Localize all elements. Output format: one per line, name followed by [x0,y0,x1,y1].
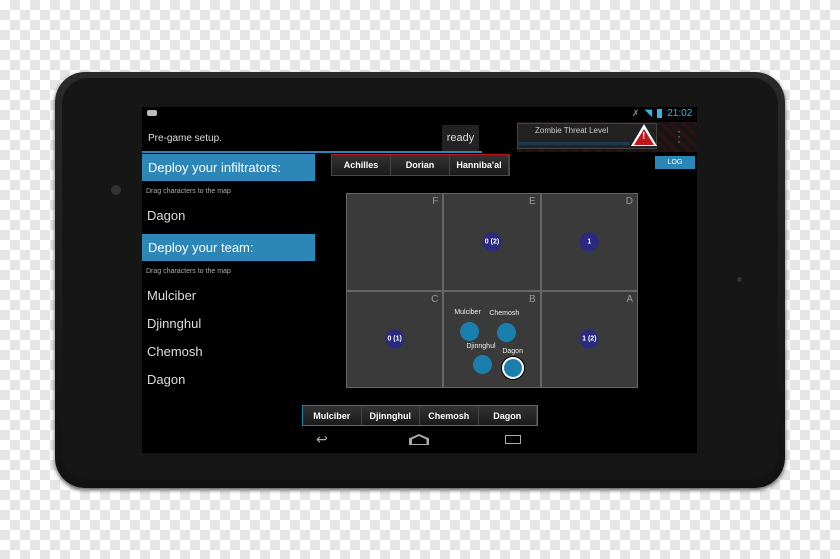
team-item[interactable]: Chemosh [147,344,203,359]
cell-label: D [625,196,633,207]
cell-label: F [432,196,439,207]
character-label: Dagon [502,347,523,355]
map-cell-a[interactable]: A 1 (2) [540,290,638,388]
screen: ✗ ◥ 21:02 Pre-game setup. ready Zombie T… [142,107,697,453]
team-tab-mulciber[interactable]: Mulciber [303,406,362,425]
sensor [737,277,742,282]
screen-title: Pre-game setup. [148,133,222,144]
silent-icon: ✗ [632,108,640,118]
enemy-tab-dorian[interactable]: Dorian [391,155,450,175]
overflow-menu-icon[interactable]: · · · [677,125,681,147]
clock: 21:02 [667,108,693,119]
team-tabs: Mulciber Djinnghul Chemosh Dagon [302,405,538,426]
map-cell-f[interactable]: F [346,193,444,291]
recent-apps-icon[interactable] [505,435,521,444]
character-token[interactable] [473,354,493,374]
map-cell-d[interactable]: D1 [540,193,638,291]
threat-banner: Zombie Threat Level ! · · · [517,122,697,152]
infiltrator-item[interactable]: Dagon [147,208,185,223]
wifi-icon: ◥ [644,108,653,119]
team-item[interactable]: Dagon [147,372,185,387]
log-button[interactable]: LOG [655,156,695,169]
battery-icon [657,109,663,118]
character-token[interactable] [497,322,517,342]
enemy-tab-achilles[interactable]: Achilles [332,155,391,175]
team-tab-chemosh[interactable]: Chemosh [420,406,479,425]
infiltrators-hint: Drag characters to the map [146,188,231,195]
team-item[interactable]: Mulciber [147,288,196,303]
character-label: Mulciber [454,308,481,316]
team-item[interactable]: Djinnghul [147,316,201,331]
selected-character-token[interactable] [502,356,525,379]
enemy-tabs: Achilles Dorian Hanniba'al [331,154,510,176]
zone-marker[interactable]: 0 (2) [482,232,502,252]
map-grid: F E0 (2) D1 C0 (1) B Mulciber Chemosh Dj… [346,193,638,388]
character-token[interactable] [460,321,480,341]
team-hint: Drag characters to the map [146,268,231,275]
back-icon[interactable]: ↩ [316,431,328,448]
zone-marker[interactable]: 1 (2) [579,329,599,349]
character-label: Djinnghul [466,342,496,350]
team-tab-dagon[interactable]: Dagon [478,406,537,425]
threat-label: Zombie Threat Level [535,126,609,135]
home-icon[interactable] [409,434,429,445]
map-cell-c[interactable]: C 0 (1) [346,290,444,388]
map-cell-b[interactable]: B Mulciber Chemosh Djinnghul Dagon [443,290,541,388]
character-label: Chemosh [489,309,520,317]
zone-marker[interactable]: 0 (1) [385,329,405,349]
title-underline [142,151,482,153]
cell-label: C [431,293,439,305]
cell-label: E [528,196,536,207]
enemy-tab-hannibaal[interactable]: Hanniba'al [450,155,509,175]
map-cell-e[interactable]: E 0 (2) [443,193,541,291]
front-camera [111,185,121,195]
notification-icon [147,110,157,116]
status-bar: ✗ ◥ 21:02 [632,108,692,119]
team-tab-djinnghul[interactable]: Djinnghul [361,406,420,425]
team-header: Deploy your team: [142,234,315,261]
cell-label: B [528,293,536,305]
zone-marker[interactable]: 1 [579,232,599,252]
threat-level-bar [517,142,629,145]
cell-label: A [626,293,633,305]
ready-button[interactable]: ready [442,125,479,151]
infiltrators-header: Deploy your infiltrators: [142,154,315,181]
